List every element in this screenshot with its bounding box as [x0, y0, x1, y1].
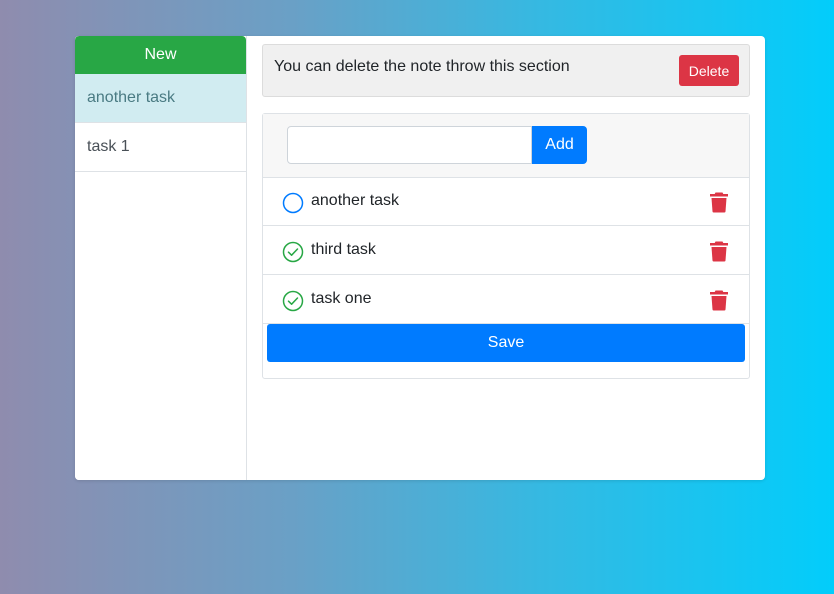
main-panel: You can delete the note throw this secti…: [247, 36, 765, 480]
task-form: Add: [263, 114, 749, 178]
task-row: another task: [263, 177, 749, 226]
task-row: task one: [263, 275, 749, 324]
save-button[interactable]: Save: [267, 324, 745, 362]
sidebar-note-item[interactable]: task 1: [75, 123, 246, 172]
note-label: task 1: [87, 138, 130, 155]
notes-app-window: New another task task 1 You can delete t…: [75, 36, 765, 480]
sidebar-note-item[interactable]: another task: [75, 74, 246, 123]
task-row: third task: [263, 226, 749, 275]
task-label: another task: [311, 192, 400, 209]
check-circle-icon[interactable]: [282, 290, 304, 312]
trash-icon[interactable]: [709, 240, 729, 262]
new-note-button[interactable]: New: [75, 36, 246, 74]
delete-note-alert: You can delete the note throw this secti…: [262, 44, 750, 97]
note-label: another task: [87, 89, 176, 106]
task-input[interactable]: [287, 126, 532, 164]
add-task-button[interactable]: Add: [532, 126, 587, 164]
task-card: Add another task third task task one Sav…: [262, 113, 750, 379]
delete-note-button[interactable]: Delete: [679, 55, 739, 86]
alert-text: You can delete the note throw this secti…: [274, 58, 570, 75]
trash-icon[interactable]: [709, 289, 729, 311]
task-label: task one: [311, 290, 372, 307]
trash-icon[interactable]: [709, 191, 729, 213]
sidebar: New another task task 1: [75, 36, 247, 480]
check-circle-icon[interactable]: [282, 241, 304, 263]
task-label: third task: [311, 241, 376, 258]
circle-icon[interactable]: [282, 192, 304, 214]
